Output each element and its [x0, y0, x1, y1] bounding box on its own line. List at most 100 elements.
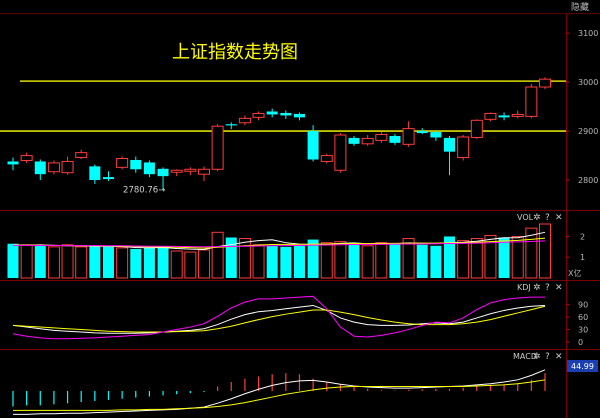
macd-gear-icon[interactable]: ✲ — [533, 352, 541, 362]
candle-body — [89, 166, 101, 181]
kdj-close-icon[interactable]: ✕ — [555, 283, 563, 293]
vol-unit-label: X亿 — [568, 268, 581, 278]
candle-body — [130, 159, 142, 170]
kdj-line-k — [12, 304, 546, 334]
vol-tick-label: 2 — [580, 232, 585, 241]
candle-body — [20, 155, 33, 161]
candle-body — [484, 112, 497, 120]
volume-bar — [170, 250, 183, 279]
candle-body — [34, 161, 46, 175]
candle-body — [444, 137, 456, 152]
top-header: 隐藏 — [0, 1, 600, 14]
price-tick-label: 2800 — [578, 176, 598, 185]
macd-help-icon[interactable]: ? — [545, 352, 550, 362]
candle-body — [225, 124, 237, 126]
low-annotation: 2780.76→ — [123, 185, 165, 195]
volume-bar — [47, 246, 60, 279]
volume-bar — [238, 238, 251, 279]
volume-bar — [211, 231, 224, 279]
candle-body — [252, 112, 265, 118]
price-tick-label: 3000 — [578, 78, 598, 87]
candle-body — [307, 131, 319, 160]
price-tick-label: 2900 — [578, 127, 598, 136]
volume-bar — [498, 237, 510, 278]
candle-body — [102, 177, 114, 180]
volume-bar — [375, 242, 388, 279]
volume-bar — [470, 238, 483, 279]
volume-bar — [7, 243, 19, 278]
candle-body — [457, 136, 470, 159]
kdj-tick-label: 0 — [578, 338, 583, 347]
candle-body — [61, 160, 74, 174]
candle-body — [170, 169, 183, 173]
kdj-title: KDJ — [517, 283, 531, 292]
candle-body — [348, 137, 360, 144]
volume-bar — [143, 247, 155, 278]
volume-bar — [20, 244, 33, 279]
volume-bar — [157, 246, 169, 278]
candle-body — [361, 137, 374, 145]
volume-bar — [75, 246, 88, 279]
volume-bar — [416, 244, 428, 278]
macd-close-icon[interactable]: ✕ — [555, 352, 563, 362]
volume-bar — [89, 245, 101, 278]
volume-bar — [280, 246, 292, 278]
kdj-tick-label: 60 — [578, 313, 588, 322]
vol-gear-icon[interactable]: ✲ — [533, 213, 541, 223]
volume-bar — [130, 248, 142, 278]
candle-body — [470, 119, 483, 138]
vol-close-icon[interactable]: ✕ — [555, 213, 563, 223]
kdj-panel: 90 60 30 0 — [12, 295, 588, 347]
stock-chart: 隐藏 上证指数走势图 VOL ✲ ? ✕ X亿 KDJ ✲ ? ✕ MACD ✲… — [0, 1, 600, 418]
volume-bar — [252, 244, 265, 279]
candle-body — [511, 113, 524, 117]
volume-bar — [34, 245, 46, 278]
kdj-help-icon[interactable]: ? — [545, 283, 550, 293]
candle-body — [157, 168, 169, 177]
macd-panel-header: MACD ✲ ? ✕ 44.99 — [513, 352, 598, 372]
candle-body — [184, 168, 197, 172]
candle-body — [320, 155, 333, 162]
kdj-panel-header: KDJ ✲ ? ✕ — [517, 283, 563, 293]
kdj-gear-icon[interactable]: ✲ — [533, 283, 541, 293]
volume-bar — [361, 245, 374, 279]
candle-body — [402, 128, 415, 145]
volume-bar — [348, 244, 360, 278]
macd-panel — [12, 369, 546, 415]
volume-bar — [511, 235, 524, 279]
candle-body — [143, 162, 155, 175]
candle-body — [430, 132, 442, 138]
candle-body — [197, 168, 210, 175]
vol-help-icon[interactable]: ? — [545, 213, 550, 223]
volume-bar — [457, 240, 470, 279]
candle-body — [47, 162, 60, 173]
hide-label[interactable]: 隐藏 — [571, 1, 589, 13]
candle-body — [416, 131, 428, 134]
volume-bar — [539, 223, 551, 279]
candle-body — [211, 125, 224, 170]
volume-bar — [320, 242, 333, 279]
volume-bar — [293, 245, 305, 278]
candle-body — [116, 158, 129, 168]
macd-line-dif — [13, 369, 546, 415]
panel-frames — [0, 14, 600, 418]
volume-bar — [116, 247, 129, 279]
vol-title: VOL — [517, 213, 534, 222]
volume-bar — [184, 251, 197, 279]
candle-body — [498, 115, 510, 118]
volume-bar — [430, 245, 442, 278]
price-panel: 3100 3000 2900 2800 2780.76→ — [0, 29, 598, 195]
candle-body — [375, 134, 388, 141]
candle-body — [75, 152, 88, 159]
chart-title: 上证指数走势图 — [172, 42, 298, 63]
macd-value: 44.99 — [571, 362, 594, 371]
candle-body — [539, 78, 551, 88]
candle-body — [334, 134, 347, 171]
kdj-line-d — [12, 305, 546, 333]
candle-body — [389, 135, 401, 143]
volume-bar — [266, 245, 278, 278]
candle-body — [266, 111, 278, 115]
price-tick-label: 3100 — [578, 29, 598, 38]
candle-body — [525, 86, 538, 117]
volume-bar — [389, 243, 401, 278]
